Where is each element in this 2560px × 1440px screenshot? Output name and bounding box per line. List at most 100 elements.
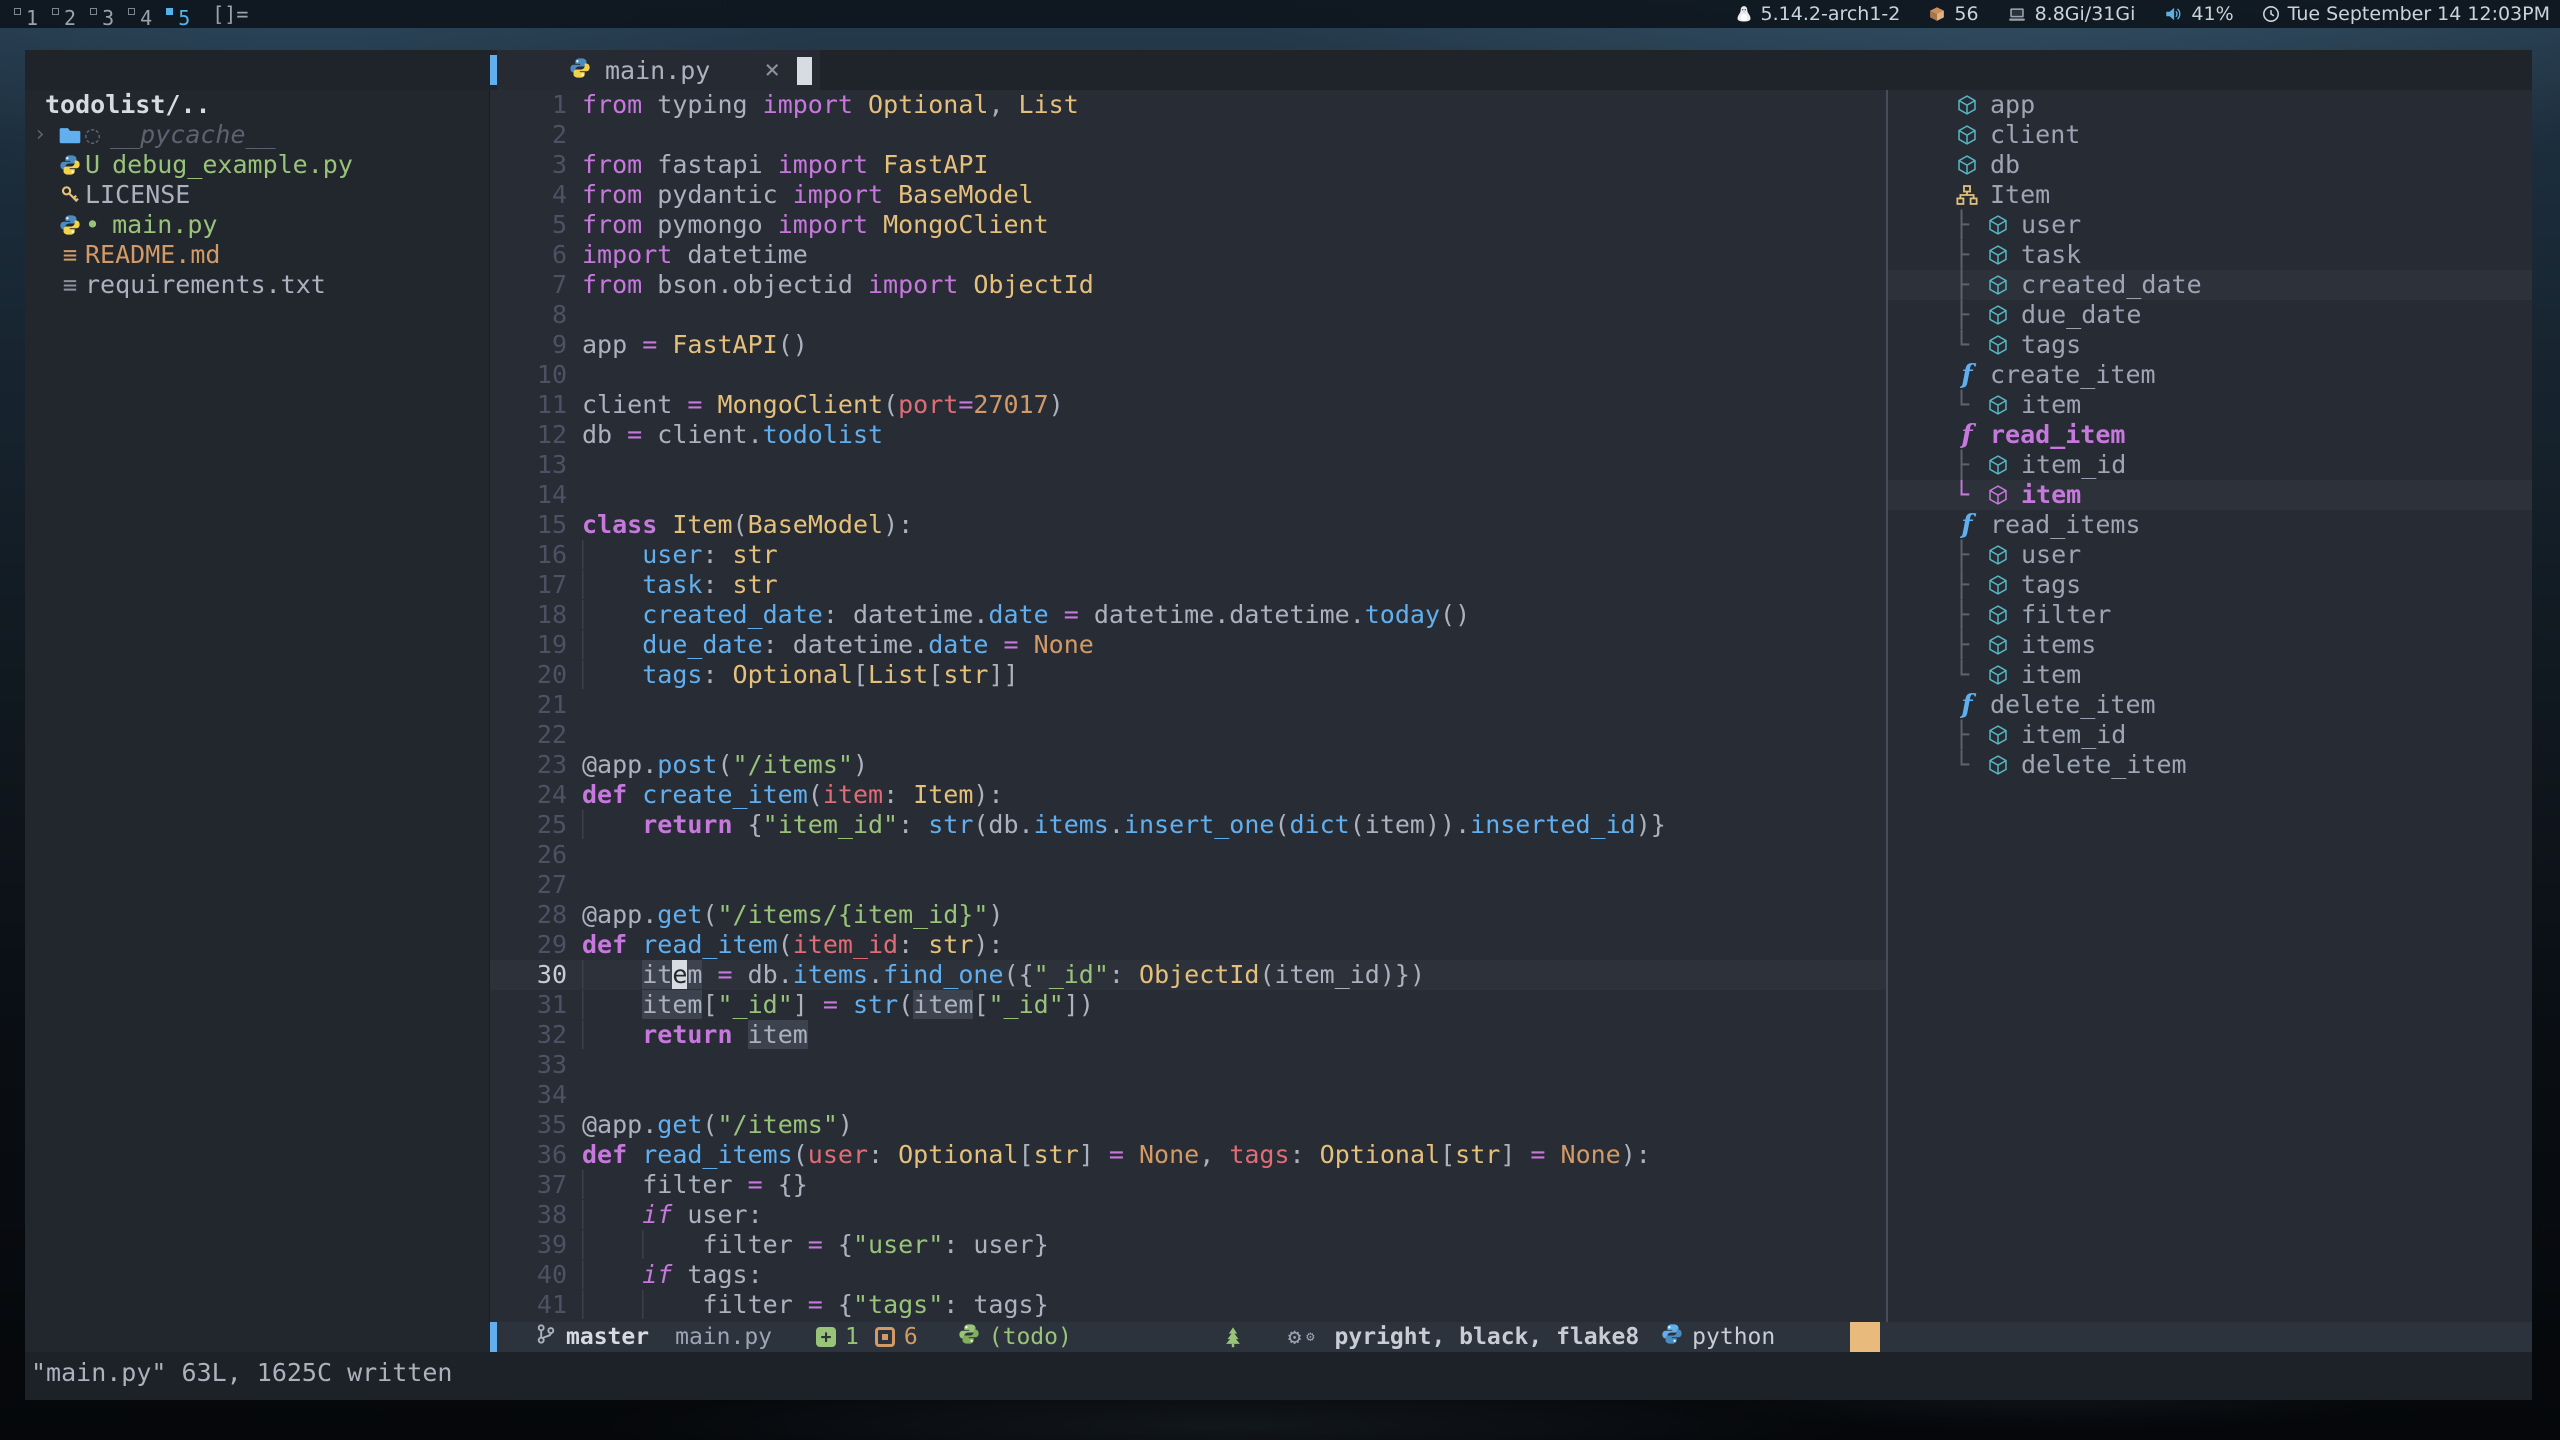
code-line-37[interactable]: 37 filter = {} xyxy=(490,1170,1886,1200)
line-text: def read_item(item_id: str): xyxy=(582,930,1003,960)
code-line-38[interactable]: 38 if user: xyxy=(490,1200,1886,1230)
symbol-user[interactable]: ├user xyxy=(1888,540,2532,570)
code-line-6[interactable]: 6import datetime xyxy=(490,240,1886,270)
code-line-2[interactable]: 2 xyxy=(490,120,1886,150)
status-package[interactable]: 56 xyxy=(1928,3,1978,25)
code-line-31[interactable]: 31 item["_id"] = str(item["_id"]) xyxy=(490,990,1886,1020)
tree-root-label[interactable]: todolist/.. xyxy=(25,90,489,120)
symbol-item[interactable]: └item xyxy=(1888,660,2532,690)
code-line-12[interactable]: 12db = client.todolist xyxy=(490,420,1886,450)
code-line-5[interactable]: 5from pymongo import MongoClient xyxy=(490,210,1886,240)
symbol-item_id[interactable]: ├item_id xyxy=(1888,720,2532,750)
workspace-state-icon xyxy=(128,8,135,15)
code-line-24[interactable]: 24def create_item(item: Item): xyxy=(490,780,1886,810)
code-line-21[interactable]: 21 xyxy=(490,690,1886,720)
code-line-15[interactable]: 15class Item(BaseModel): xyxy=(490,510,1886,540)
code-line-28[interactable]: 28@app.get("/items/{item_id}") xyxy=(490,900,1886,930)
code-line-16[interactable]: 16 user: str xyxy=(490,540,1886,570)
code-line-25[interactable]: 25 return {"item_id": str(db.items.inser… xyxy=(490,810,1886,840)
workspace-button-4[interactable]: 4 xyxy=(128,5,152,31)
code-editor[interactable]: 1from typing import Optional, List23from… xyxy=(490,90,1886,1322)
symbol-Item[interactable]: Item xyxy=(1888,180,2532,210)
symbol-items[interactable]: ├items xyxy=(1888,630,2532,660)
tree-connector: └ xyxy=(1954,390,1969,420)
code-line-33[interactable]: 33 xyxy=(490,1050,1886,1080)
code-line-41[interactable]: 41 filter = {"tags": tags} xyxy=(490,1290,1886,1320)
code-line-22[interactable]: 22 xyxy=(490,720,1886,750)
tab-close-icon[interactable]: × xyxy=(764,55,780,85)
code-line-10[interactable]: 10 xyxy=(490,360,1886,390)
status-memory[interactable]: 8.8Gi/31Gi xyxy=(2007,3,2136,25)
tree-connector: ├ xyxy=(1954,540,1969,570)
symbol-filter[interactable]: ├filter xyxy=(1888,600,2532,630)
symbol-db[interactable]: db xyxy=(1888,150,2532,180)
tree-item--pycache-[interactable]: ›◌__pycache__ xyxy=(25,120,489,150)
symbol-tags[interactable]: └tags xyxy=(1888,330,2532,360)
code-line-3[interactable]: 3from fastapi import FastAPI xyxy=(490,150,1886,180)
code-line-29[interactable]: 29def read_item(item_id: str): xyxy=(490,930,1886,960)
symbol-outline-panel: appclientdbItem├user├task├created_date├d… xyxy=(1888,90,2532,1322)
status-clock[interactable]: Tue September 14 12:03PM xyxy=(2262,3,2550,25)
symbol-task[interactable]: ├task xyxy=(1888,240,2532,270)
symbol-item[interactable]: └item xyxy=(1888,480,2532,510)
workspace-button-2[interactable]: 2 xyxy=(52,5,76,31)
tab-main-py[interactable]: main.py × xyxy=(497,50,820,90)
symbol-delete_item[interactable]: fdelete_item xyxy=(1888,690,2532,720)
symbol-read_items[interactable]: fread_items xyxy=(1888,510,2532,540)
code-line-4[interactable]: 4from pydantic import BaseModel xyxy=(490,180,1886,210)
symbol-user[interactable]: ├user xyxy=(1888,210,2532,240)
symbol-created_date[interactable]: ├created_date xyxy=(1888,270,2532,300)
symbol-read_item[interactable]: fread_item xyxy=(1888,420,2532,450)
code-line-34[interactable]: 34 xyxy=(490,1080,1886,1110)
code-line-35[interactable]: 35@app.get("/items") xyxy=(490,1110,1886,1140)
workspace-button-1[interactable]: 1 xyxy=(14,5,38,31)
tree-item-main-py[interactable]: •main.py xyxy=(25,210,489,240)
code-line-14[interactable]: 14 xyxy=(490,480,1886,510)
code-line-1[interactable]: 1from typing import Optional, List xyxy=(490,90,1886,120)
code-line-8[interactable]: 8 xyxy=(490,300,1886,330)
tree-item-requirements-txt[interactable]: ≡requirements.txt xyxy=(25,270,489,300)
workspace-switcher: 12345 xyxy=(0,0,190,31)
layout-indicator[interactable]: []= xyxy=(212,2,248,26)
symbol-create_item[interactable]: fcreate_item xyxy=(1888,360,2532,390)
code-line-9[interactable]: 9app = FastAPI() xyxy=(490,330,1886,360)
linter-list: pyright, black, flake8 xyxy=(1335,1324,1640,1350)
symbol-item[interactable]: └item xyxy=(1888,390,2532,420)
code-line-7[interactable]: 7from bson.objectid import ObjectId xyxy=(490,270,1886,300)
symbol-delete_item[interactable]: └delete_item xyxy=(1888,750,2532,780)
code-line-26[interactable]: 26 xyxy=(490,840,1886,870)
tree-item-license[interactable]: LICENSE xyxy=(25,180,489,210)
workspace-state-icon xyxy=(14,8,21,15)
variable-cube-icon xyxy=(1985,544,2011,566)
code-line-20[interactable]: 20 tags: Optional[List[str]] xyxy=(490,660,1886,690)
command-line[interactable]: "main.py" 63L, 1625C written xyxy=(25,1352,2532,1400)
code-line-19[interactable]: 19 due_date: datetime.date = None xyxy=(490,630,1886,660)
code-line-27[interactable]: 27 xyxy=(490,870,1886,900)
code-line-11[interactable]: 11client = MongoClient(port=27017) xyxy=(490,390,1886,420)
code-line-30[interactable]: 30 item = db.items.find_one({"_id": Obje… xyxy=(490,960,1886,990)
code-line-32[interactable]: 32 return item xyxy=(490,1020,1886,1050)
symbol-app[interactable]: app xyxy=(1888,90,2532,120)
code-line-13[interactable]: 13 xyxy=(490,450,1886,480)
symbol-item_id[interactable]: ├item_id xyxy=(1888,450,2532,480)
tree-item-debug-example-py[interactable]: Udebug_example.py xyxy=(25,150,489,180)
symbol-label: created_date xyxy=(2021,270,2202,300)
symbol-tags[interactable]: ├tags xyxy=(1888,570,2532,600)
code-line-18[interactable]: 18 created_date: datetime.date = datetim… xyxy=(490,600,1886,630)
window-content: todolist/.. ›◌__pycache__Udebug_example.… xyxy=(25,90,2532,1322)
status-penguin[interactable]: 5.14.2-arch1-2 xyxy=(1735,3,1901,25)
tree-item-readme-md[interactable]: ≡README.md xyxy=(25,240,489,270)
variable-cube-icon xyxy=(1954,154,1980,176)
code-line-17[interactable]: 17 task: str xyxy=(490,570,1886,600)
terminal-window: main.py × todolist/.. ›◌__pycache__Udebu… xyxy=(25,50,2532,1400)
symbol-due_date[interactable]: ├due_date xyxy=(1888,300,2532,330)
status-volume[interactable]: 41% xyxy=(2163,3,2233,25)
code-line-39[interactable]: 39 filter = {"user": user} xyxy=(490,1230,1886,1260)
code-line-36[interactable]: 36def read_items(user: Optional[str] = N… xyxy=(490,1140,1886,1170)
code-line-23[interactable]: 23@app.post("/items") xyxy=(490,750,1886,780)
line-number: 41 xyxy=(490,1290,567,1320)
code-line-40[interactable]: 40 if tags: xyxy=(490,1260,1886,1290)
workspace-button-5[interactable]: 5 xyxy=(166,5,190,31)
workspace-button-3[interactable]: 3 xyxy=(90,5,114,31)
symbol-client[interactable]: client xyxy=(1888,120,2532,150)
